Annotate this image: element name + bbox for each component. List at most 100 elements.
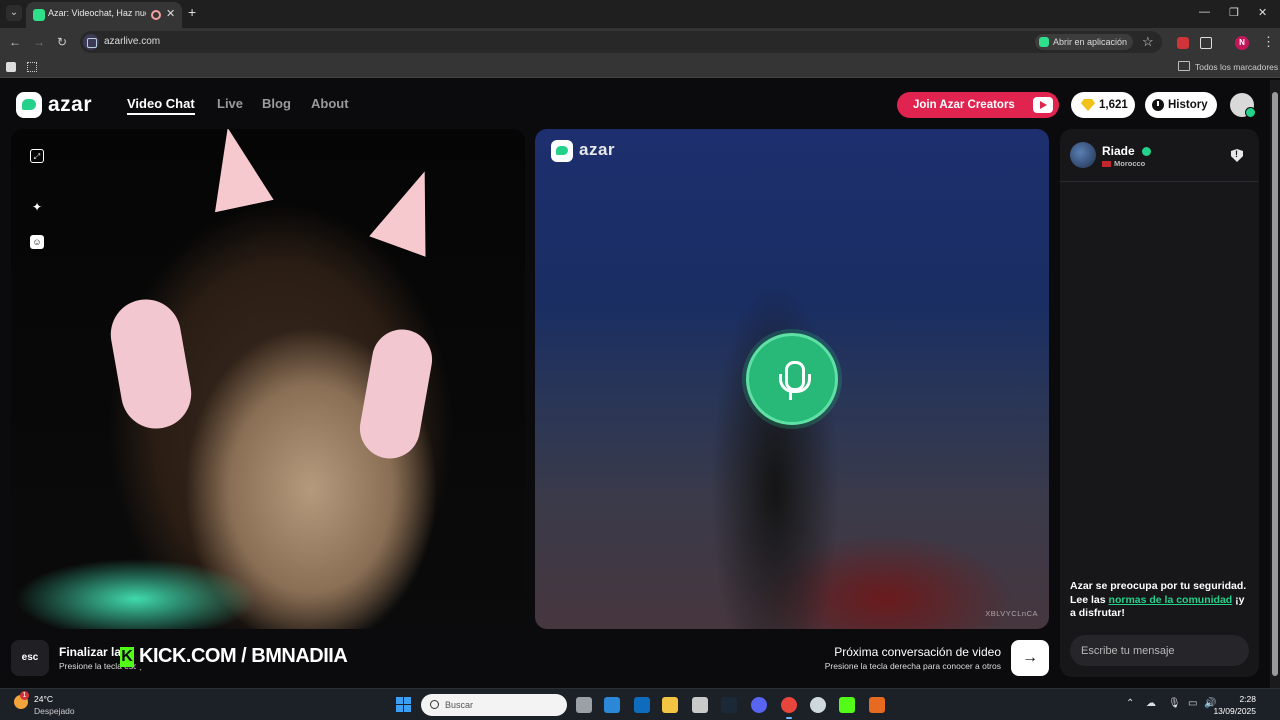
kick-logo-icon: K bbox=[120, 647, 134, 667]
history-label: History bbox=[1168, 99, 1208, 111]
address-bar[interactable]: azarlive.com Abrir en aplicación ☆ bbox=[80, 31, 1162, 53]
all-bookmarks-folder[interactable]: Todos los marcadores bbox=[1178, 61, 1278, 72]
user-profile-avatar[interactable] bbox=[1230, 93, 1256, 118]
apps-grid-icon[interactable] bbox=[27, 62, 37, 72]
scrollbar-thumb[interactable] bbox=[1272, 92, 1278, 676]
report-shield-icon[interactable] bbox=[1231, 149, 1243, 162]
community-guidelines-link[interactable]: normas de la comunidad bbox=[1109, 594, 1233, 606]
microphone-tray-icon[interactable]: 🎙 bbox=[1168, 698, 1181, 709]
bookmark-page-icon[interactable] bbox=[6, 62, 16, 72]
weather-description: Despejado bbox=[34, 706, 75, 716]
gems-balance-button[interactable]: 1,621 bbox=[1071, 92, 1135, 118]
azar-header: azar Video Chat Live Blog About Join Aza… bbox=[0, 80, 1270, 128]
end-chat-title: Finalizar la bbox=[59, 645, 122, 659]
network-icon[interactable]: ▭ bbox=[1188, 698, 1197, 709]
store-icon[interactable] bbox=[604, 697, 620, 713]
browser-tabbar: ⌄ Azar: Videochat, Haz nuevo ✕ + — ❐ ✕ bbox=[0, 0, 1280, 28]
video-play-icon bbox=[1033, 97, 1053, 113]
kick-app-icon[interactable] bbox=[839, 697, 855, 713]
file-explorer-icon[interactable] bbox=[662, 697, 678, 713]
windows-taskbar: 1 24°C Despejado Buscar ⌃ ☁ 🎙 ▭ 🔊 2:28 1… bbox=[0, 688, 1280, 720]
join-creators-label: Join Azar Creators bbox=[913, 99, 1015, 111]
close-tab-icon[interactable]: ✕ bbox=[166, 7, 175, 20]
local-video-pane: ⤢ ✦ ☺ bbox=[11, 129, 525, 629]
tab-search-icon[interactable]: ⌄ bbox=[6, 5, 22, 21]
page-scrollbar[interactable] bbox=[1270, 80, 1280, 688]
nav-live[interactable]: Live bbox=[217, 96, 243, 111]
nav-video-chat[interactable]: Video Chat bbox=[127, 96, 195, 115]
nav-blog[interactable]: Blog bbox=[262, 96, 291, 111]
azar-logo[interactable]: azar bbox=[16, 92, 102, 118]
temperature: 24°C bbox=[34, 694, 53, 704]
peer-country: Morocco bbox=[1114, 159, 1146, 168]
url-text: azarlive.com bbox=[104, 36, 161, 47]
peer-header: Riade Morocco bbox=[1060, 129, 1259, 182]
chat-message-input[interactable] bbox=[1070, 635, 1249, 666]
join-creators-button[interactable]: Join Azar Creators bbox=[897, 92, 1059, 118]
next-chat-button[interactable]: → bbox=[1011, 640, 1049, 676]
peer-name: Riade bbox=[1102, 144, 1135, 158]
azar-logo-icon bbox=[16, 92, 42, 118]
peer-avatar[interactable] bbox=[1070, 142, 1096, 168]
bookmarks-bar: Todos los marcadores bbox=[0, 56, 1280, 78]
taskbar-search[interactable]: Buscar bbox=[421, 694, 567, 716]
microphone-icon bbox=[746, 333, 838, 425]
face-filter-icon[interactable]: ☺ bbox=[30, 235, 44, 249]
bookmark-star-icon[interactable]: ☆ bbox=[1142, 34, 1154, 50]
browser-toolbar: ← → ↻ azarlive.com Abrir en aplicación ☆ bbox=[0, 28, 1280, 56]
azar-logo-text: azar bbox=[48, 93, 93, 116]
verified-badge-icon bbox=[1142, 147, 1151, 156]
stream-overlay-text: KICK.COM / BMNADIIA bbox=[136, 643, 351, 669]
recording-indicator-icon bbox=[151, 10, 161, 20]
chrome-icon[interactable] bbox=[781, 697, 797, 719]
photos-icon[interactable] bbox=[692, 697, 708, 713]
azar-favicon-icon bbox=[33, 9, 45, 21]
outlook-icon[interactable] bbox=[634, 697, 650, 713]
browser-tab-active[interactable]: Azar: Videochat, Haz nuevo ✕ bbox=[26, 2, 182, 28]
browser-menu-icon[interactable]: ⋮ bbox=[1262, 34, 1275, 50]
cloud-icon[interactable]: ☁ bbox=[1146, 698, 1156, 709]
windows-start-icon[interactable] bbox=[396, 697, 411, 712]
nav-about[interactable]: About bbox=[311, 96, 349, 111]
cat-ear-right bbox=[369, 161, 453, 257]
morocco-flag-icon bbox=[1102, 161, 1111, 167]
tab-title: Azar: Videochat, Haz nuevo bbox=[48, 8, 146, 18]
new-tab-button[interactable]: + bbox=[188, 4, 196, 20]
weather-notification-badge: 1 bbox=[20, 691, 29, 700]
site-info-icon[interactable] bbox=[83, 34, 99, 50]
minimize-button[interactable]: — bbox=[1199, 6, 1210, 18]
expand-icon[interactable]: ⤢ bbox=[30, 149, 44, 163]
taskbar-time[interactable]: 2:28 bbox=[1239, 694, 1256, 704]
reload-button[interactable]: ↻ bbox=[57, 35, 67, 49]
chat-panel: Riade Morocco Azar se preocupa por tu se… bbox=[1060, 129, 1259, 677]
maximize-button[interactable]: ❐ bbox=[1229, 6, 1239, 19]
microphone-stem bbox=[789, 392, 792, 400]
remote-video-pane: azar XBLVYCLnCA bbox=[535, 129, 1049, 629]
history-button[interactable]: History bbox=[1145, 92, 1217, 118]
close-window-button[interactable]: ✕ bbox=[1258, 6, 1267, 19]
gem-icon bbox=[1081, 99, 1095, 111]
extension-icon[interactable] bbox=[1177, 37, 1189, 49]
app-a-icon[interactable] bbox=[869, 697, 885, 713]
back-button[interactable]: ← bbox=[9, 35, 21, 49]
next-chat-title: Próxima conversación de video bbox=[834, 645, 1001, 659]
obs-icon[interactable] bbox=[810, 697, 826, 713]
task-view-icon[interactable] bbox=[576, 697, 592, 713]
session-id-watermark: XBLVYCLnCA bbox=[985, 609, 1038, 618]
sparkle-effects-icon[interactable]: ✦ bbox=[30, 200, 44, 214]
next-chat-hint: Presione la tecla derecha para conocer a… bbox=[824, 661, 1001, 671]
tray-overflow-icon[interactable]: ⌃ bbox=[1126, 698, 1134, 709]
steam-icon[interactable] bbox=[721, 697, 737, 713]
extensions-puzzle-icon[interactable] bbox=[1200, 37, 1212, 49]
browser-profile-avatar[interactable]: N bbox=[1235, 36, 1249, 50]
discord-icon[interactable] bbox=[751, 697, 767, 713]
open-in-app-button[interactable]: Abrir en aplicación bbox=[1035, 34, 1134, 50]
remote-azar-watermark: azar bbox=[551, 140, 631, 162]
forward-button[interactable]: → bbox=[33, 35, 45, 49]
end-chat-button[interactable]: esc bbox=[11, 640, 49, 676]
remote-logo-text: azar bbox=[579, 140, 616, 159]
headphone-right bbox=[355, 324, 437, 464]
clock-icon bbox=[1152, 99, 1164, 111]
gems-count: 1,621 bbox=[1099, 99, 1128, 111]
taskbar-date[interactable]: 13/09/2025 bbox=[1213, 706, 1256, 716]
